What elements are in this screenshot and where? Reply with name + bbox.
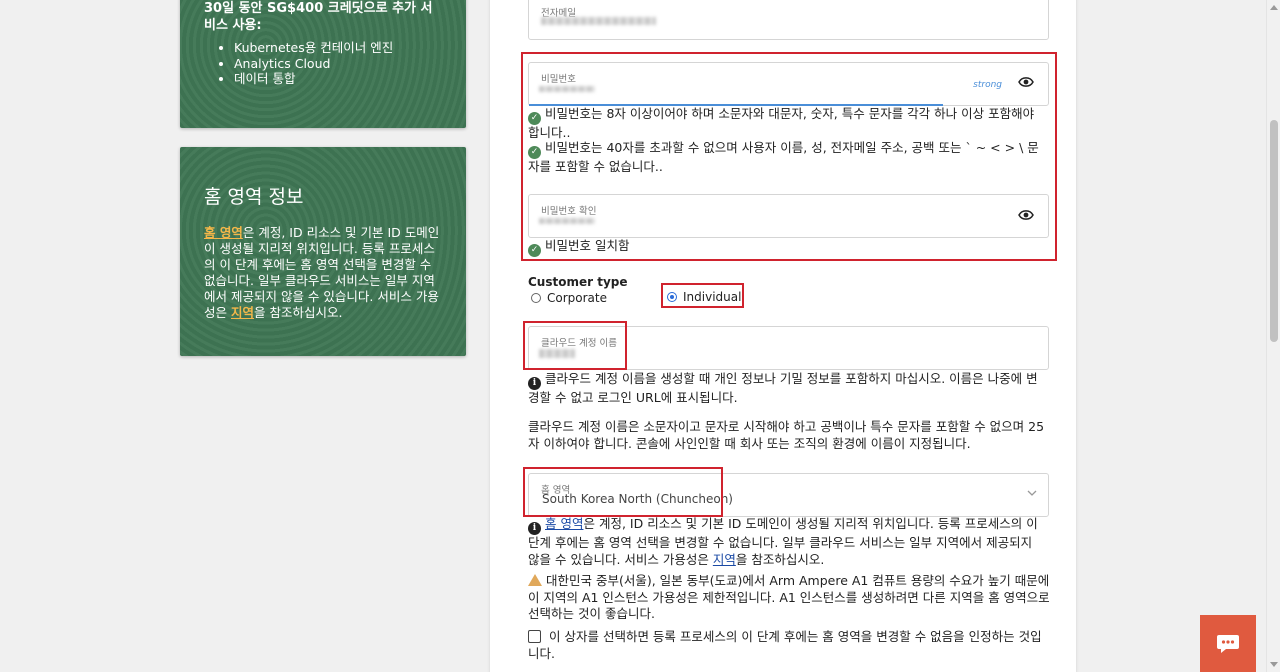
chat-button[interactable] [1200, 615, 1256, 672]
promo-list: Kubernetes용 컨테이너 엔진 Analytics Cloud 데이터 … [234, 40, 442, 87]
confirm-password-label: 비밀번호 확인 [541, 206, 597, 217]
info-icon: i [528, 377, 541, 390]
scroll-down-icon[interactable] [1270, 662, 1278, 667]
check-circle-icon: ✓ [528, 244, 541, 257]
password-rule-1: ✓ 비밀번호는 8자 이상이어야 하며 소문자와 대문자, 숫자, 특수 문자를 … [528, 106, 1035, 140]
password-field[interactable]: 비밀번호 strong [528, 62, 1049, 106]
email-field[interactable]: 전자메일 [528, 0, 1049, 40]
radio-individual[interactable]: Individual [667, 289, 741, 306]
password-field-label: 비밀번호 [541, 74, 576, 85]
promo-item: Kubernetes용 컨테이너 엔진 [234, 40, 442, 56]
home-region-info-heading: 홈 영역 정보 [204, 186, 304, 208]
chat-icon [1217, 634, 1239, 653]
home-region-info-text: 홈 영역은 계정, ID 리소스 및 기본 ID 도메인이 생성될 지리적 위치… [204, 225, 440, 320]
home-region-info-panel: 홈 영역 정보 홈 영역은 계정, ID 리소스 및 기본 ID 도메인이 생성… [180, 147, 466, 356]
ack-checkbox[interactable] [528, 630, 541, 643]
cloud-account-hint-1: i 클라우드 계정 이름을 생성할 때 개인 정보나 기밀 정보를 포함하지 마십… [528, 371, 1038, 405]
confirm-password-value-masked [539, 218, 595, 224]
radio-button-selected[interactable] [667, 292, 677, 302]
cloud-account-hint-2: 클라우드 계정 이름은 소문자이고 문자로 시작해야 하고 공백이나 특수 문자… [528, 419, 1045, 451]
info-icon: i [528, 522, 541, 535]
scrollbar-thumb[interactable] [1270, 120, 1278, 342]
check-circle-icon: ✓ [528, 146, 541, 159]
email-value-redacted [541, 17, 656, 25]
promo-item: 데이터 통합 [234, 71, 442, 87]
promo-item: Analytics Cloud [234, 56, 442, 72]
warning-icon [528, 574, 542, 586]
chevron-down-icon[interactable] [1026, 484, 1038, 503]
customer-type-label: Customer type [528, 275, 628, 289]
password-value-masked [539, 86, 595, 92]
home-region-link[interactable]: 홈 영역 [204, 225, 243, 240]
regions-link[interactable]: 지역 [713, 552, 736, 567]
password-match-message: ✓ 비밀번호 일치함 [528, 238, 629, 257]
page-scrollbar[interactable] [1266, 0, 1280, 672]
home-region-link[interactable]: 홈 영역 [545, 516, 583, 531]
promo-title: 30일 동안 SG$400 크레딧으로 추가 서비스 사용: [204, 1, 433, 33]
confirm-password-field[interactable]: 비밀번호 확인 [528, 194, 1049, 238]
home-region-info-text: i홈 영역은 계정, ID 리소스 및 기본 ID 도메인이 생성될 지리적 위… [528, 516, 1038, 567]
password-rule-2: ✓ 비밀번호는 40자를 초과할 수 없으며 사용자 이름, 성, 전자메일 주소… [528, 140, 1039, 174]
promo-panel: 30일 동안 SG$400 크레딧으로 추가 서비스 사용: Kubernete… [180, 0, 466, 128]
cloud-account-highlight-box [523, 321, 627, 370]
eye-icon[interactable] [1018, 209, 1034, 221]
password-strength-label: strong [973, 80, 1002, 90]
home-region-highlight-box [523, 467, 723, 517]
regions-link[interactable]: 지역 [231, 305, 254, 320]
eye-icon[interactable] [1018, 76, 1034, 88]
a1-availability-warning: 대한민국 중부(서울), 일본 동부(도쿄)에서 Arm Ampere A1 컴… [528, 573, 1050, 621]
radio-corporate[interactable]: Corporate [531, 290, 607, 307]
home-region-ack: 이 상자를 선택하면 등록 프로세스의 이 단계 후에는 홈 영역을 변경할 수… [528, 629, 1042, 661]
scroll-up-icon[interactable] [1270, 5, 1278, 10]
check-circle-icon: ✓ [528, 112, 541, 125]
radio-button[interactable] [531, 293, 541, 303]
